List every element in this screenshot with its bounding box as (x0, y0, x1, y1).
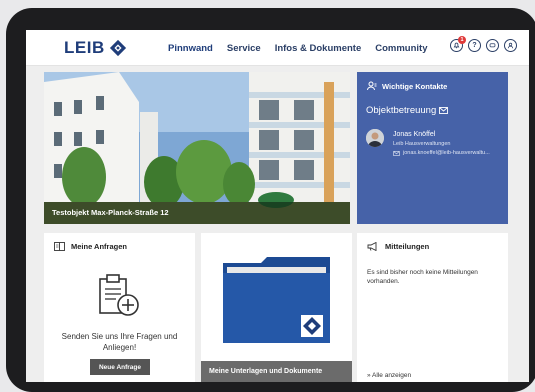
main-nav: Pinnwand Service Infos & Dokumente Commu… (168, 43, 428, 54)
nav-infos-dokumente[interactable]: Infos & Dokumente (275, 43, 362, 54)
avatar-glyph (366, 129, 384, 147)
chat-icon[interactable] (486, 39, 499, 52)
requests-title: Meine Anfragen (71, 242, 127, 251)
tablet-frame: LEIB Pinnwand Service Infos & Dokumente … (6, 8, 535, 392)
header-icons: 1 ? (450, 36, 517, 52)
mail-icon (439, 107, 449, 114)
show-all-link[interactable]: » Alle anzeigen (367, 372, 411, 379)
email-icon (393, 150, 400, 156)
clipboard-add-icon (99, 274, 139, 316)
app-screen: LEIB Pinnwand Service Infos & Dokumente … (26, 30, 529, 382)
avatar (366, 129, 384, 147)
requests-text: Senden Sie uns Ihre Fragen und Anliegen! (61, 332, 178, 352)
user-icon[interactable] (504, 39, 517, 52)
messages-header: Mitteilungen (367, 242, 429, 251)
requests-header: Meine Anfragen (54, 242, 127, 251)
contacts-subtitle-row[interactable]: Objektbetreuung (366, 105, 449, 116)
user-glyph (507, 42, 514, 49)
requests-card: Meine Anfragen Senden Sie uns Ihre Frage… (44, 233, 195, 382)
nav-pinnwand[interactable]: Pinnwand (168, 43, 213, 54)
bell-icon[interactable]: 1 (450, 36, 466, 52)
contact-company: Leib Hausverwaltungen (393, 141, 451, 147)
megaphone-icon (367, 242, 377, 251)
logo-diamond-icon (109, 39, 126, 57)
book-icon (54, 242, 65, 251)
help-icon[interactable]: ? (468, 39, 481, 52)
documents-caption-bar: Meine Unterlagen und Dokumente (201, 361, 352, 382)
contact-email: jonas.knoeffel@leib-hausverwaltu... (403, 150, 490, 156)
contacts-icon (367, 81, 377, 91)
messages-empty-text: Es sind bisher noch keine Mitteilungen v… (367, 269, 478, 285)
documents-card[interactable]: Meine Unterlagen und Dokumente (201, 233, 352, 382)
contacts-title: Wichtige Kontakte (382, 81, 448, 91)
hero-caption-bar: Testobjekt Max-Planck-Straße 12 (44, 202, 350, 224)
contact-email-link[interactable]: jonas.knoeffel@leib-hausverwaltu... (393, 150, 505, 156)
nav-community[interactable]: Community (375, 43, 427, 54)
top-navbar: LEIB Pinnwand Service Infos & Dokumente … (26, 30, 529, 66)
contacts-header: Wichtige Kontakte (367, 81, 447, 91)
contacts-panel: Wichtige Kontakte Objektbetreuung Jonas … (357, 72, 508, 224)
messages-title: Mitteilungen (385, 242, 430, 251)
chat-glyph (489, 43, 496, 48)
logo-text: LEIB (64, 38, 105, 57)
nav-service[interactable]: Service (227, 43, 261, 54)
documents-caption: Meine Unterlagen und Dokumente (209, 368, 323, 375)
new-request-button[interactable]: Neue Anfrage (90, 359, 150, 375)
hero-caption: Testobjekt Max-Planck-Straße 12 (52, 208, 169, 217)
folder-icon (223, 257, 330, 343)
property-hero-image[interactable]: Testobjekt Max-Planck-Straße 12 (44, 72, 350, 224)
logo[interactable]: LEIB (64, 38, 127, 58)
notification-badge: 1 (458, 36, 466, 44)
contact-name: Jonas Knöffel (393, 131, 436, 138)
messages-card: Mitteilungen Es sind bisher noch keine M… (357, 233, 508, 382)
contacts-subtitle: Objektbetreuung (366, 105, 437, 116)
